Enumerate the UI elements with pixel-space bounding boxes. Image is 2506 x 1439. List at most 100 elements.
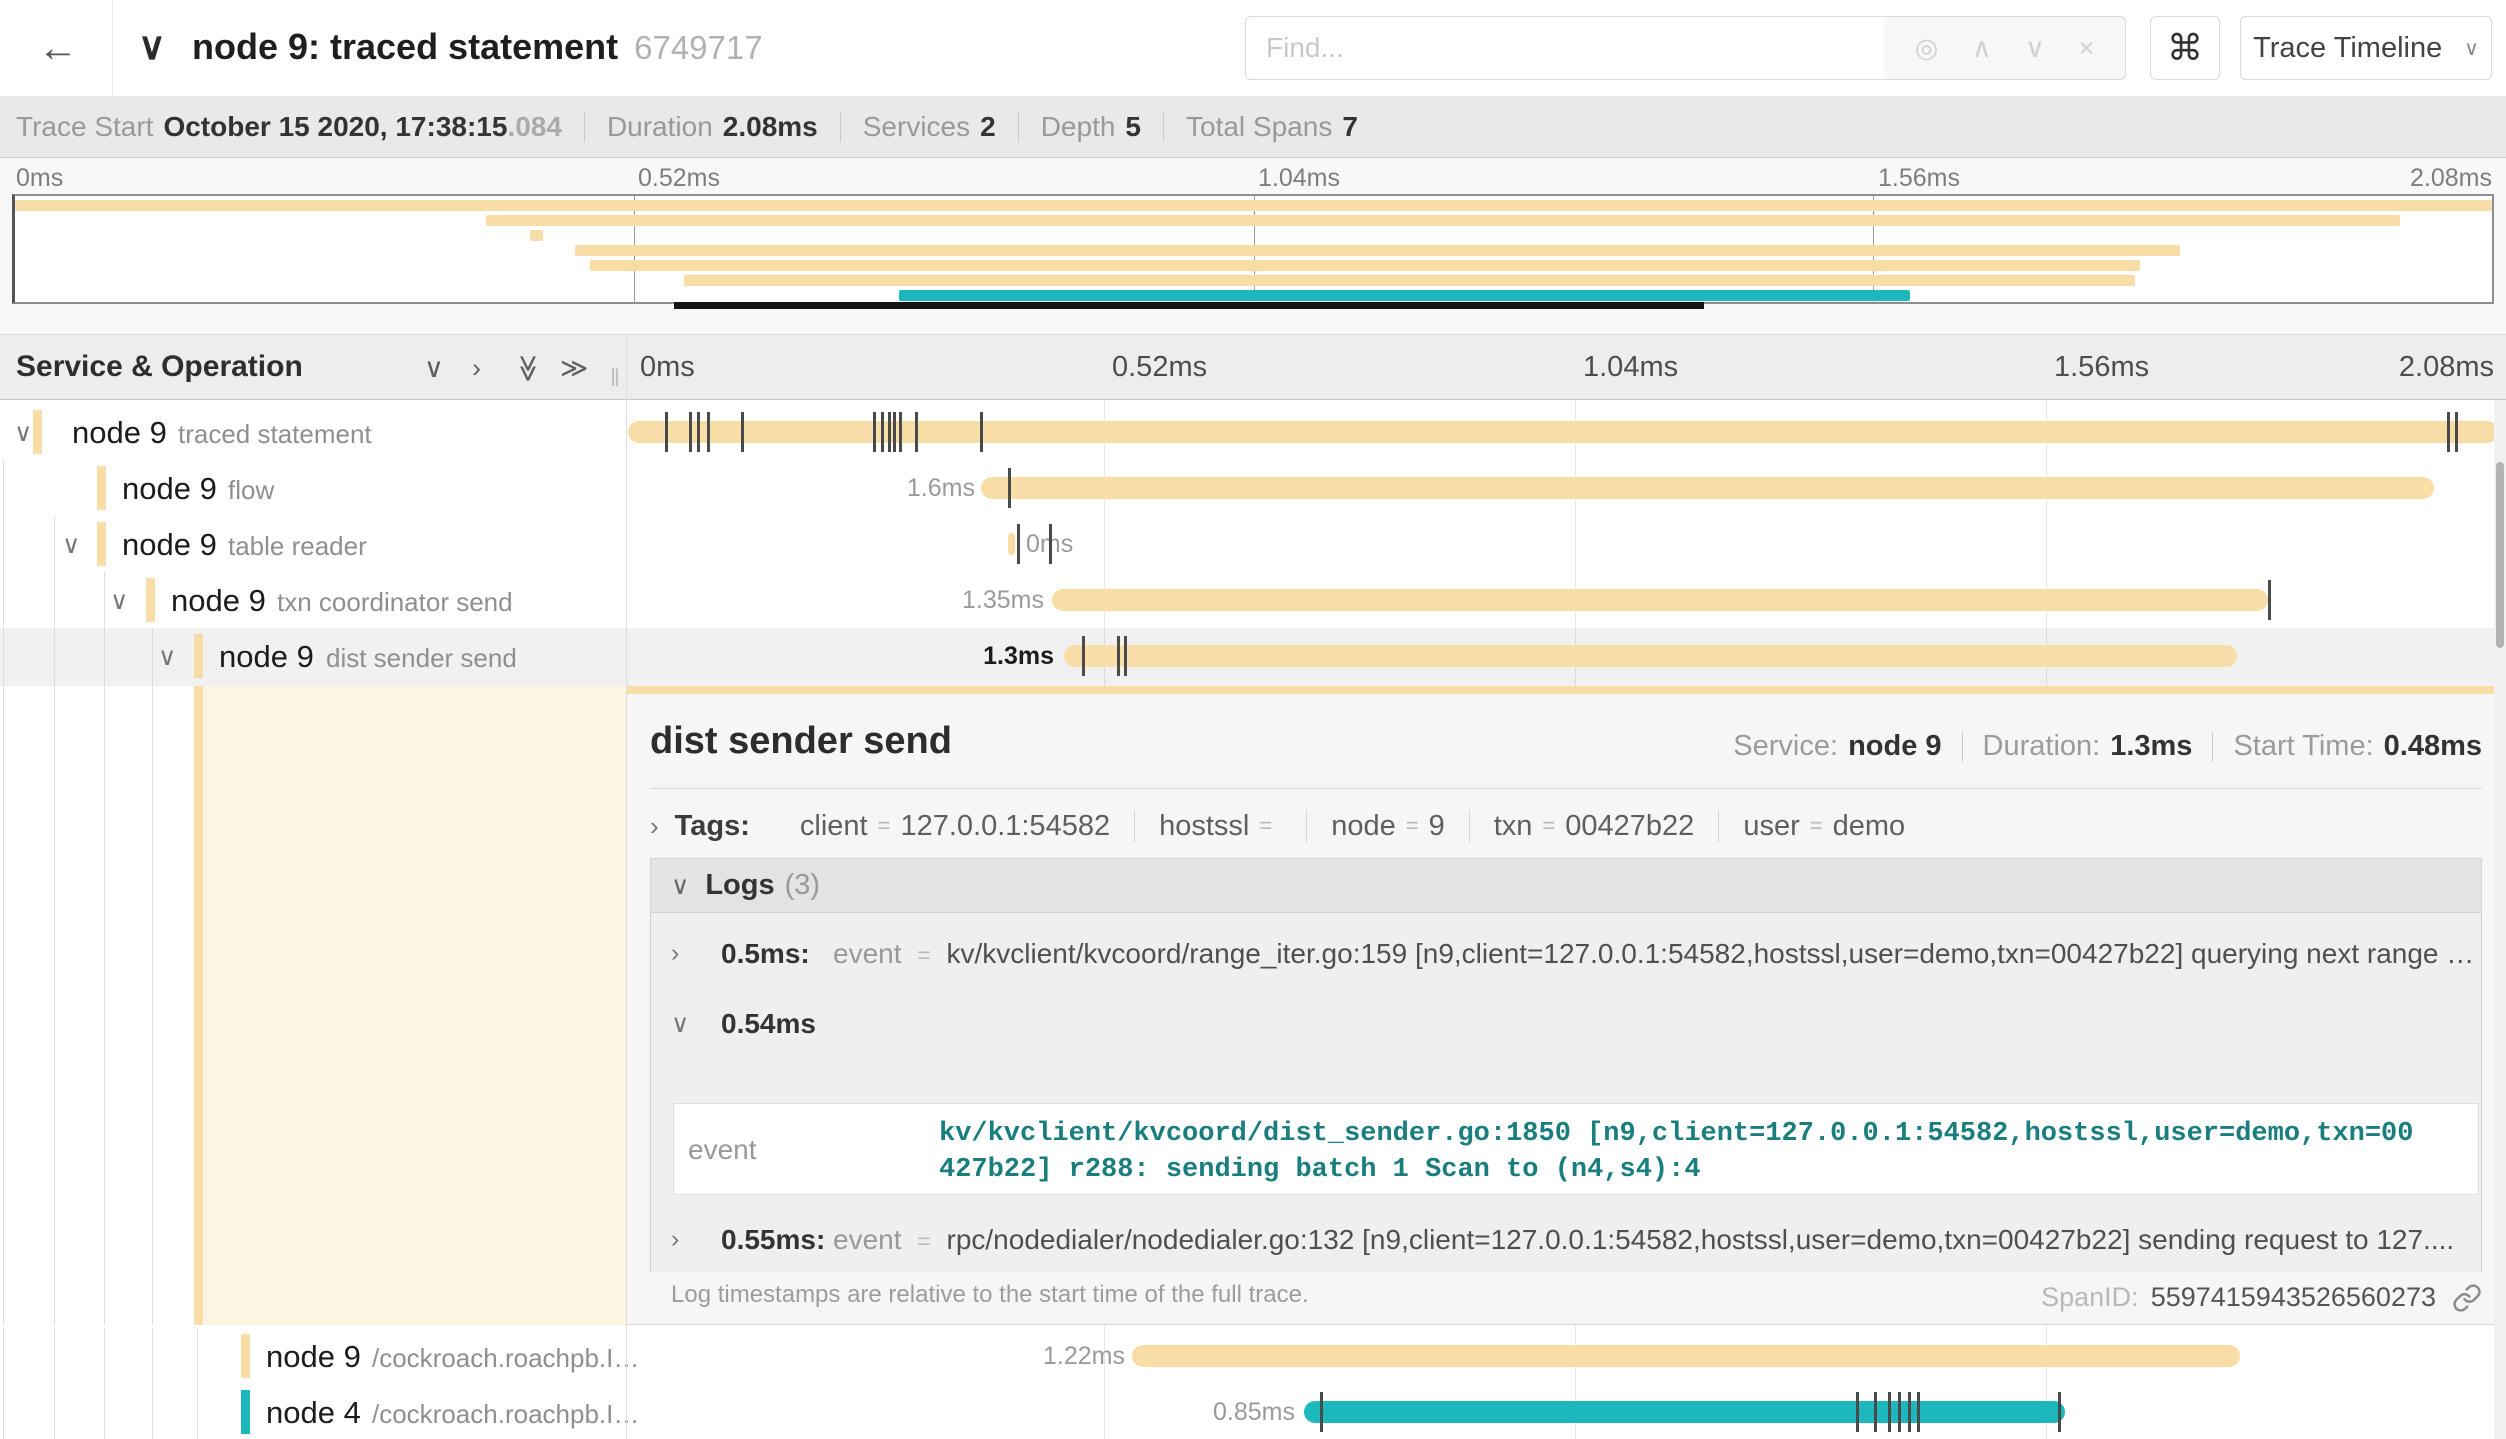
log-tick <box>2447 412 2450 452</box>
tree-guide-line <box>54 686 55 1325</box>
span-bar[interactable] <box>1008 533 1015 555</box>
span-row-table-reader[interactable]: ∨ node 9 table reader 0ms <box>0 516 2506 572</box>
expand-one-icon[interactable]: › <box>472 353 481 384</box>
span-bar[interactable] <box>1052 589 2268 611</box>
tree-guide-line <box>197 1384 198 1439</box>
separator <box>584 112 585 142</box>
span-row-dist-sender-send[interactable]: ∨ node 9 dist sender send 1.3ms <box>0 628 2506 686</box>
chevron-down-icon: ∨ <box>671 1009 689 1039</box>
minimap-span-bar <box>486 215 2401 226</box>
log-field-key: event <box>833 1224 902 1255</box>
span-bar[interactable] <box>1304 1401 2065 1423</box>
tag-node: node = 9 <box>1307 810 1470 843</box>
back-button[interactable]: ← <box>28 22 88 74</box>
span-bar[interactable] <box>1064 645 2237 667</box>
span-row-traced-statement[interactable]: ∨ node 9 traced statement <box>0 404 2506 460</box>
separator <box>2212 732 2213 762</box>
detail-span-stats: Service: node 9 Duration: 1.3ms Start Ti… <box>1733 730 2482 763</box>
log-tick <box>1908 1392 1911 1432</box>
trace-start-ms: .084 <box>507 111 562 143</box>
span-row-txn-coordinator-send[interactable]: ∨ node 9 txn coordinator send 1.35ms <box>0 572 2506 628</box>
chevron-down-icon[interactable]: ∨ <box>14 418 32 448</box>
span-row-batch-node9[interactable]: node 9 /cockroach.roachpb.I… 1.22ms <box>0 1328 2506 1384</box>
tag-value: 00427b22 <box>1565 810 1694 843</box>
log-tick <box>1888 1392 1891 1432</box>
span-operation: dist sender send <box>326 643 517 674</box>
tree-guide-line <box>3 516 4 572</box>
detail-tree-column <box>0 686 626 1325</box>
view-selector-label: Trace Timeline <box>2253 32 2442 65</box>
selected-span-color-bar <box>194 686 203 1325</box>
log-entry-0.54ms[interactable]: ∨ 0.54ms <box>651 997 2481 1049</box>
chevron-down-icon[interactable]: ∨ <box>158 642 176 672</box>
collapse-one-icon[interactable]: ∨ <box>424 353 444 384</box>
log-field-key: event <box>833 938 902 969</box>
link-icon[interactable] <box>2452 1283 2482 1313</box>
title-chevron-icon[interactable]: ∨ <box>138 24 166 69</box>
separator <box>1018 112 1019 142</box>
span-bar[interactable] <box>628 421 2498 443</box>
log-tick <box>2455 412 2458 452</box>
chevron-right-icon: › <box>671 939 679 968</box>
locate-icon[interactable]: ◎ <box>1915 33 1939 64</box>
log-fields: event = rpc/nodedialer/nodedialer.go:132… <box>833 1224 2471 1256</box>
duration-value: 2.08ms <box>723 111 818 143</box>
total-spans-label: Total Spans <box>1186 111 1332 143</box>
service-operation-header: Service & Operation <box>16 350 303 384</box>
logs-header[interactable]: ∨ Logs (3) <box>651 859 2481 913</box>
span-bar[interactable] <box>981 477 2434 499</box>
keyboard-shortcuts-button[interactable]: ⌘ <box>2150 16 2220 80</box>
tree-guide-line <box>3 686 4 1325</box>
span-color-bar <box>33 410 42 454</box>
view-selector-button[interactable]: Trace Timeline ∨ <box>2240 16 2492 80</box>
minimap-graph[interactable] <box>12 194 2494 304</box>
tag-equals: = <box>878 813 891 839</box>
log-tick <box>2268 580 2271 620</box>
log-entry-0.55ms[interactable]: › 0.55ms: event = rpc/nodedialer/nodedia… <box>651 1213 2481 1265</box>
span-row-flow[interactable]: node 9 flow 1.6ms <box>0 460 2506 516</box>
column-resize-grip[interactable]: ‖ <box>610 365 620 393</box>
span-service: node 9 <box>122 527 217 563</box>
log-tick <box>1874 1392 1877 1432</box>
collapse-all-icon[interactable]: ≫ <box>514 353 542 384</box>
span-id-row: SpanID: 5597415943526560273 <box>2041 1282 2482 1313</box>
span-bar[interactable] <box>1132 1345 2240 1367</box>
find-prev-icon[interactable]: ∧ <box>1972 33 1992 64</box>
span-color-bar <box>194 634 203 678</box>
logs-section: ∨ Logs (3) › 0.5ms: event = kv/kvclient/… <box>650 858 2482 1272</box>
log-equals: = <box>917 1228 930 1254</box>
topbar-divider <box>112 0 113 96</box>
log-tick <box>881 412 884 452</box>
tag-value: 9 <box>1429 810 1445 843</box>
trace-title: node 9: traced statement <box>192 26 618 67</box>
span-duration-label: 1.22ms <box>995 1342 1125 1371</box>
depth-value: 5 <box>1125 111 1141 143</box>
tags-row[interactable]: › Tags: client = 127.0.0.1:54582 hostssl… <box>650 802 1929 850</box>
find-input[interactable] <box>1245 16 1885 80</box>
span-row-batch-node4[interactable]: node 4 /cockroach.roachpb.I… 0.85ms <box>0 1384 2506 1439</box>
minimap-scrubber[interactable] <box>674 302 1704 309</box>
trace-id: 6749717 <box>634 29 762 66</box>
chevron-down-icon[interactable]: ∨ <box>110 586 128 616</box>
log-time: 0.55ms: <box>721 1224 825 1256</box>
log-tick <box>689 412 692 452</box>
services-label: Services <box>863 111 970 143</box>
log-entry-0.5ms[interactable]: › 0.5ms: event = kv/kvclient/kvcoord/ran… <box>651 927 2481 979</box>
log-tick <box>980 412 983 452</box>
span-duration-label: 1.35ms <box>914 586 1044 615</box>
tag-hostssl: hostssl = <box>1135 810 1307 843</box>
log-tick <box>1898 1392 1901 1432</box>
span-service: node 4 <box>266 1395 361 1431</box>
log-tick <box>697 412 700 452</box>
tree-guide-line <box>54 516 55 572</box>
scrollbar-thumb[interactable] <box>2496 462 2504 648</box>
span-duration-label: 0.85ms <box>1165 1398 1295 1427</box>
timeline-minimap[interactable]: 0ms 0.52ms 1.04ms 1.56ms 2.08ms <box>0 158 2506 334</box>
chevron-down-icon[interactable]: ∨ <box>62 530 80 560</box>
divider <box>650 788 2482 789</box>
expand-all-icon[interactable]: ≫ <box>560 353 588 384</box>
find-next-icon[interactable]: ∨ <box>2025 33 2045 64</box>
find-clear-icon[interactable]: × <box>2078 33 2094 64</box>
total-spans-value: 7 <box>1342 111 1358 143</box>
tags-label: Tags: <box>675 810 750 843</box>
